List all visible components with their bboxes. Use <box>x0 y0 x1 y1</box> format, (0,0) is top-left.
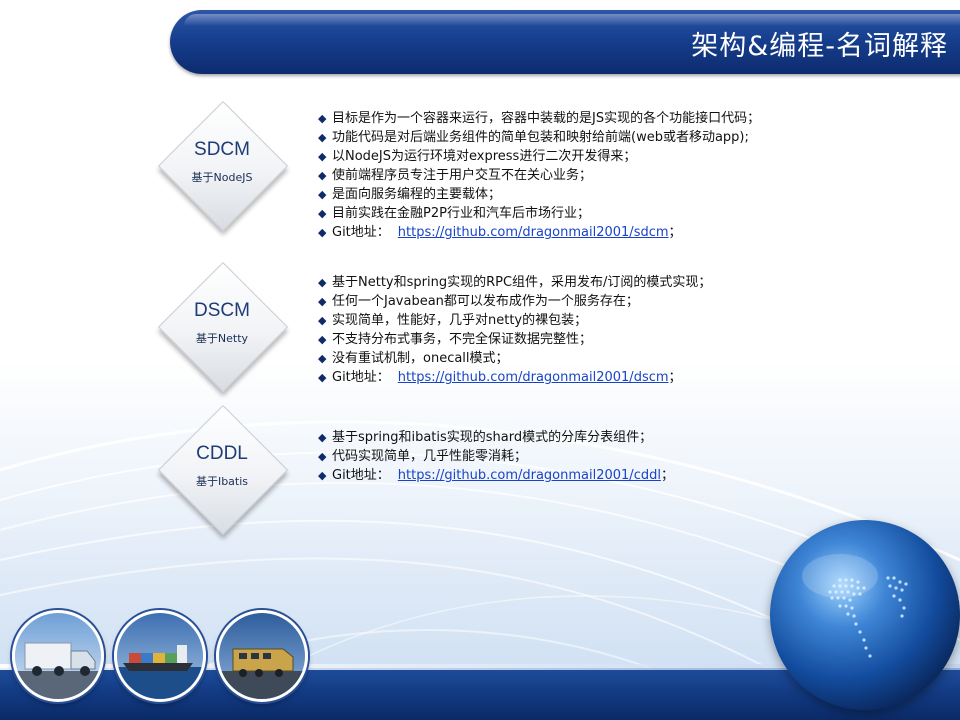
list-item: ◆ 以NodeJS为运行环境对express进行二次开发得来； <box>318 149 637 164</box>
sdcm-diamond: SDCM 基于NodeJS <box>152 95 292 235</box>
list-item: ◆ 实现简单，性能好，几乎对netty的裸包装； <box>318 313 588 328</box>
truck-photo-icon <box>12 610 104 702</box>
diamond-shape <box>157 100 289 232</box>
sdcm-bullet-list: ◆ 目标是作为一个容器来运行，容器中装载的是JS实现的各个功能接口代码； ◆ 功能代… <box>318 109 760 242</box>
list-item: ◆ 目前实践在金融P2P行业和汽车后市场行业； <box>318 206 590 221</box>
diamond-bullet-icon: ◆ <box>318 150 327 163</box>
ship-photo-icon <box>114 610 206 702</box>
list-item: ◆ 使前端程序员专注于用户交互不在关心业务； <box>318 168 593 183</box>
diamond-bullet-icon: ◆ <box>318 295 327 308</box>
cddl-title: CDDL <box>196 443 248 464</box>
git-item: ◆ Git地址： https://github.com/dragonmail2001… <box>318 468 674 483</box>
dscm-diamond: DSCM 基于Netty <box>152 256 292 396</box>
diamond-bullet-icon: ◆ <box>318 450 327 463</box>
diamond-bullet-icon: ◆ <box>318 352 327 365</box>
sdcm-subtitle: 基于NodeJS <box>191 171 253 184</box>
sdcm-title: SDCM <box>194 139 250 160</box>
diamond-bullet-icon: ◆ <box>318 333 327 346</box>
diamond-bullet-icon: ◆ <box>318 112 327 125</box>
diamond-bullet-icon: ◆ <box>318 276 327 289</box>
page-title: 架构&编程-名词解释 <box>691 31 948 62</box>
list-item: ◆ 功能代码是对后端业务组件的简单包装和映射给前端(web或者移动app); <box>318 130 749 145</box>
diamond-bullet-icon: ◆ <box>318 431 327 444</box>
diamond-bullet-icon: ◆ <box>318 314 327 327</box>
title-banner: 架构&编程-名词解释 <box>170 10 960 74</box>
list-item: ◆ 不支持分布式事务，不完全保证数据完整性； <box>318 332 593 347</box>
diamond-bullet-icon: ◆ <box>318 207 327 220</box>
git-item: ◆ Git地址： https://github.com/dragonmail2001… <box>318 370 682 385</box>
dscm-git-link[interactable]: https://github.com/dragonmail2001/dscm <box>398 370 669 385</box>
dscm-title: DSCM <box>194 300 250 321</box>
diamond-bullet-icon: ◆ <box>318 226 327 239</box>
cddl-bullet-list: ◆ 基于spring和ibatis实现的shard模式的分库分表组件； ◆ 代码实现… <box>318 428 674 485</box>
diamond-bullet-icon: ◆ <box>318 169 327 182</box>
diamond-shape <box>157 404 289 536</box>
diamond-bullet-icon: ◆ <box>318 188 327 201</box>
list-item: ◆ 基于spring和ibatis实现的shard模式的分库分表组件； <box>318 430 653 445</box>
train-photo-icon <box>216 610 308 702</box>
diamond-shape <box>157 261 289 393</box>
cddl-subtitle: 基于Ibatis <box>195 475 249 488</box>
git-item: ◆ Git地址： https://github.com/dragonmail2001… <box>318 225 682 240</box>
dscm-bullet-list: ◆ 基于Netty和spring实现的RPC组件，采用发布/订阅的模式实现； ◆ 任… <box>318 273 711 387</box>
cddl-diamond: CDDL 基于Ibatis <box>152 399 292 539</box>
list-item: ◆ 任何一个Javabean都可以发布成作为一个服务存在； <box>318 294 639 309</box>
list-item: ◆ 是面向服务编程的主要载体； <box>318 187 502 202</box>
list-item: ◆ 目标是作为一个容器来运行，容器中装载的是JS实现的各个功能接口代码； <box>318 111 761 126</box>
diamond-bullet-icon: ◆ <box>318 469 327 482</box>
list-item: ◆ 没有重试机制，onecall模式； <box>318 351 509 366</box>
diamond-bullet-icon: ◆ <box>318 131 327 144</box>
list-item: ◆ 基于Netty和spring实现的RPC组件，采用发布/订阅的模式实现； <box>318 275 712 290</box>
list-item: ◆ 代码实现简单，几乎性能零消耗； <box>318 449 528 464</box>
sdcm-git-link[interactable]: https://github.com/dragonmail2001/sdcm <box>398 225 669 240</box>
diamond-bullet-icon: ◆ <box>318 371 327 384</box>
cddl-git-link[interactable]: https://github.com/dragonmail2001/cddl <box>398 468 661 483</box>
dscm-subtitle: 基于Netty <box>195 332 249 345</box>
globe-icon <box>770 520 960 710</box>
